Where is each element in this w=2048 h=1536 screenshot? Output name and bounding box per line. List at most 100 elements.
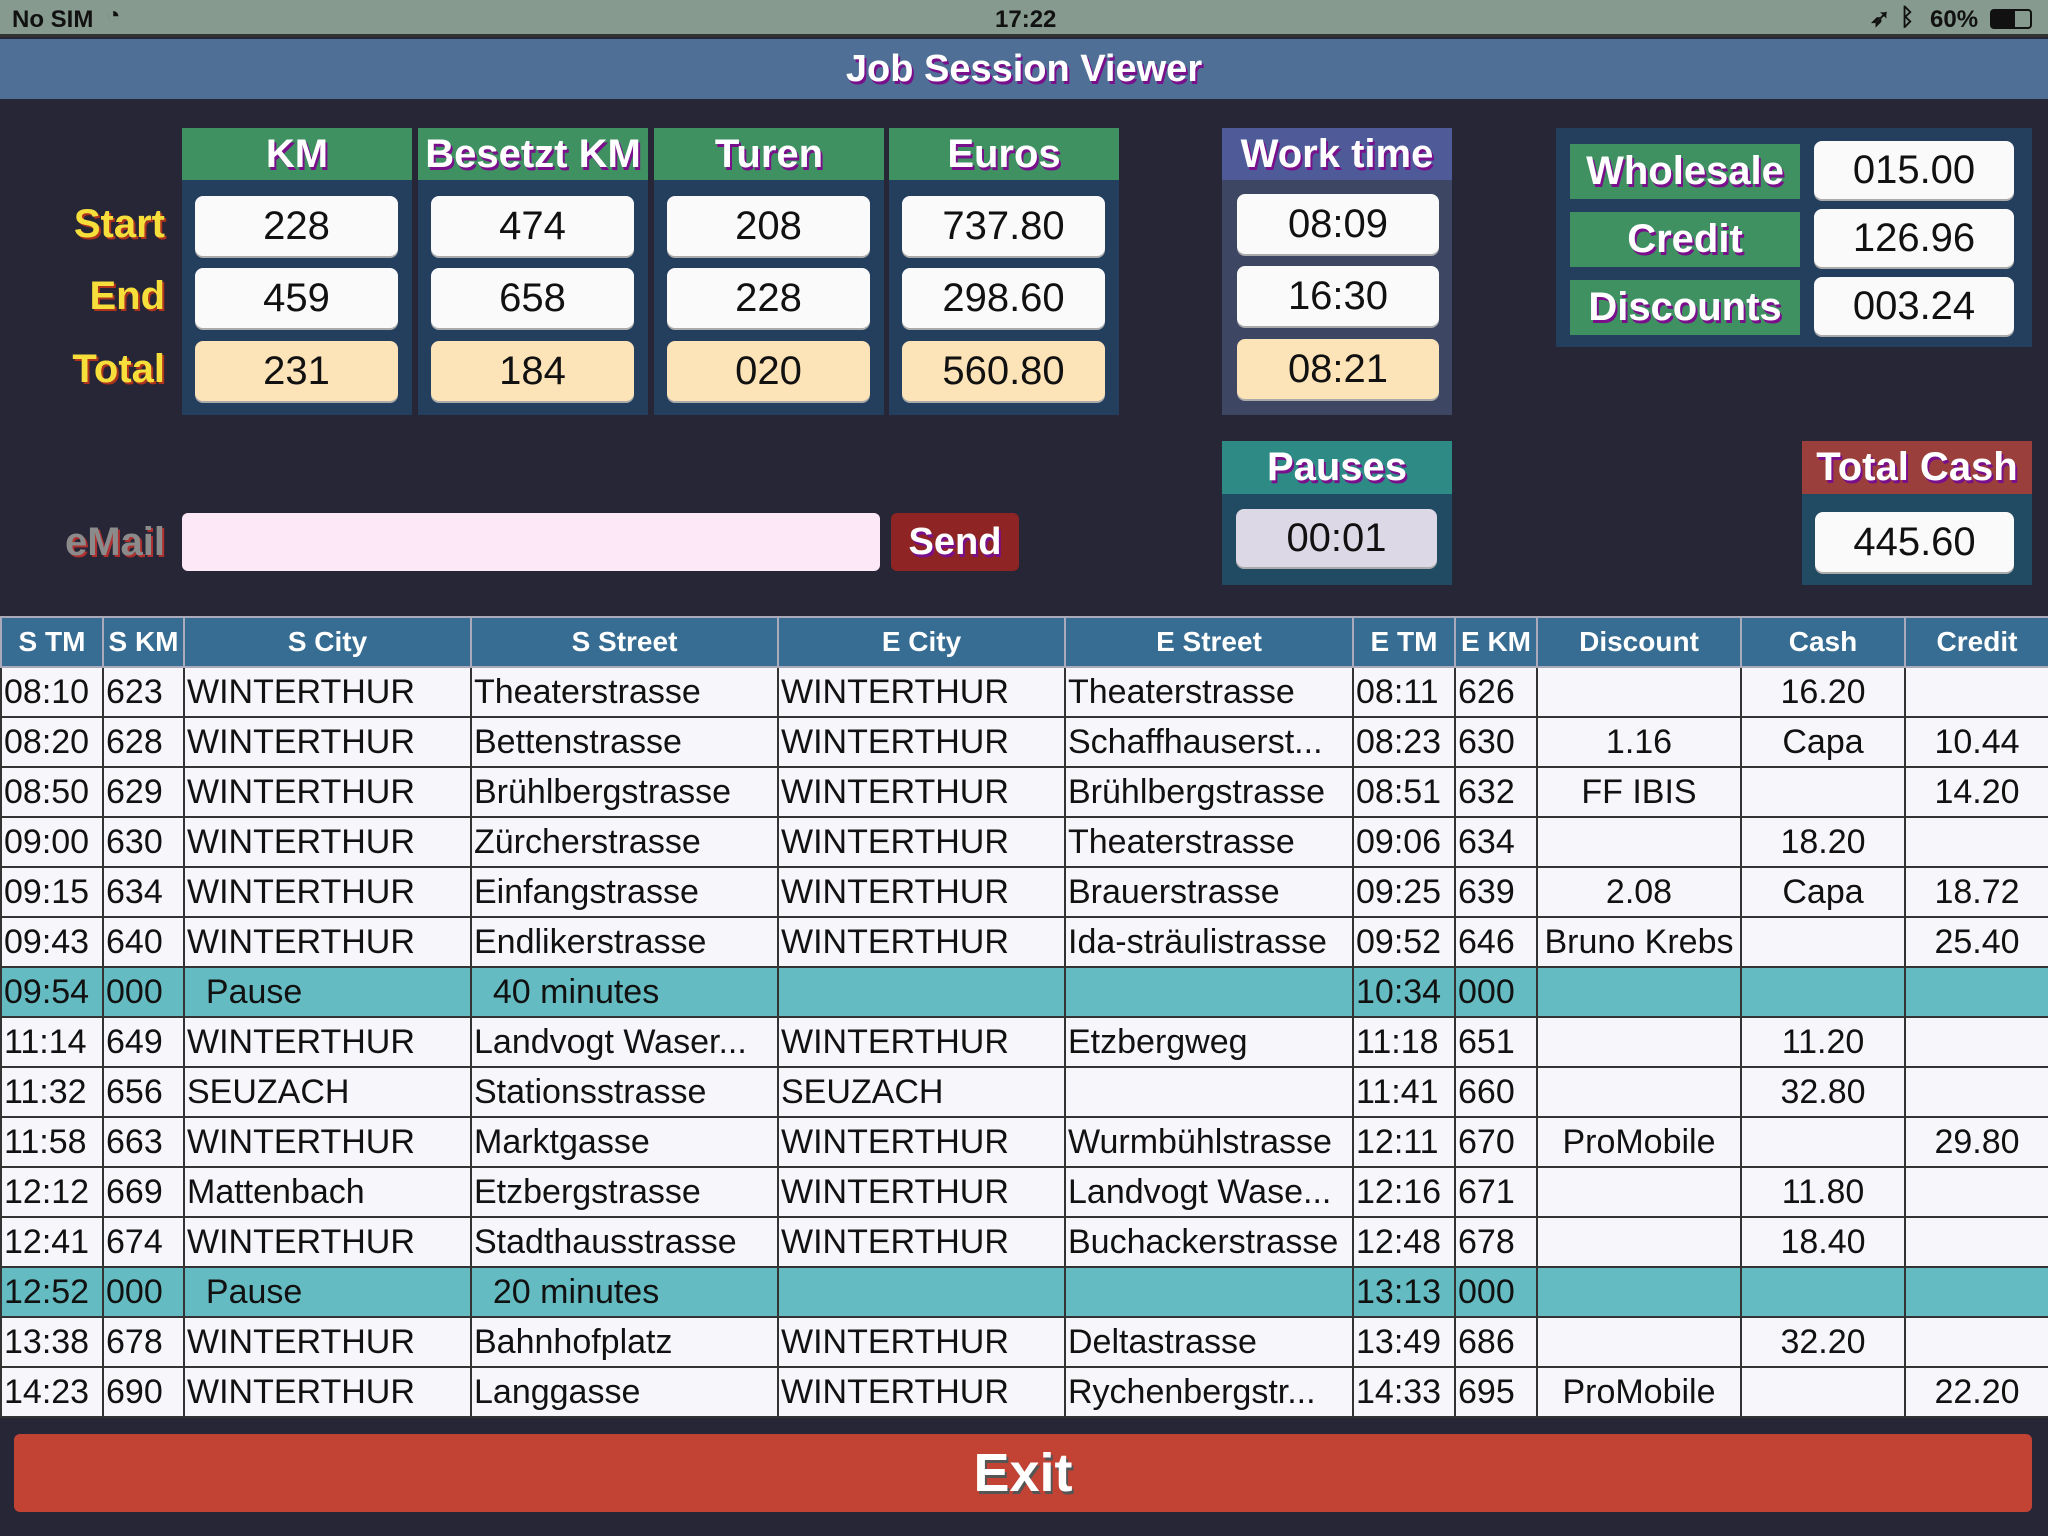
value-field[interactable]: 658 (431, 268, 634, 328)
cell-s-tm: 08:20 (0, 716, 104, 768)
value-field: 020 (667, 341, 870, 401)
trips-table: S TM S KM S City S Street E City E Street E TM… (0, 616, 2048, 1418)
cell-e-km: 686 (1454, 1316, 1538, 1368)
cell-e-km: 626 (1454, 666, 1538, 718)
value-field[interactable]: 228 (195, 196, 398, 256)
column-header-credit[interactable]: Credit (1904, 616, 2048, 668)
value-field[interactable]: 737.80 (902, 196, 1105, 256)
cell-s-tm: 11:58 (0, 1116, 104, 1168)
column-header-e-street[interactable]: E Street (1064, 616, 1354, 668)
cell-s-street: 20 minutes (470, 1266, 779, 1318)
bluetooth-icon: ᛒ (1900, 4, 1915, 31)
value-field: 231 (195, 341, 398, 401)
value-field[interactable]: 459 (195, 268, 398, 328)
cell-e-street (1064, 1266, 1354, 1318)
cell-e-city: WINTERTHUR (777, 916, 1066, 968)
cell-s-city: WINTERTHUR (183, 666, 472, 718)
rate-label-wholesale: Wholesale (1570, 144, 1800, 199)
cell-e-street: Brühlbergstrasse (1064, 766, 1354, 818)
cell-s-city: WINTERTHUR (183, 1016, 472, 1068)
cell-s-km: 630 (102, 816, 185, 868)
table-row[interactable]: 09:43 640 WINTERTHUR Endlikerstrasse WINTERT… (0, 916, 2048, 968)
clock: 17:22 (995, 6, 1057, 33)
column-header-discount[interactable]: Discount (1536, 616, 1742, 668)
column-header-e-city[interactable]: E City (777, 616, 1066, 668)
cell-discount (1536, 1266, 1742, 1318)
cell-discount: Bruno Krebs (1536, 916, 1742, 968)
column-header-e-km[interactable]: E KM (1454, 616, 1538, 668)
cell-s-street: Stadthausstrasse (470, 1216, 779, 1268)
cell-discount (1536, 1216, 1742, 1268)
column-header-cash[interactable]: Cash (1740, 616, 1906, 668)
table-row[interactable]: 11:32 656 SEUZACH Stationsstrasse SEUZACH 11:… (0, 1066, 2048, 1118)
work-time-value[interactable]: 16:30 (1237, 266, 1439, 326)
cell-s-street: Endlikerstrasse (470, 916, 779, 968)
cell-cash (1740, 1116, 1906, 1168)
total-cash-value: 445.60 (1815, 512, 2014, 572)
cell-s-km: 649 (102, 1016, 185, 1068)
cell-e-km: 660 (1454, 1066, 1538, 1118)
value-field[interactable]: 298.60 (902, 268, 1105, 328)
column-header-e-tm[interactable]: E TM (1352, 616, 1456, 668)
value-field[interactable]: 474 (431, 196, 634, 256)
cell-e-km: 000 (1454, 966, 1538, 1018)
table-row[interactable]: 12:41 674 WINTERTHUR Stadthausstrasse WINTER… (0, 1216, 2048, 1268)
cell-s-tm: 13:38 (0, 1316, 104, 1368)
cell-cash (1740, 966, 1906, 1018)
cell-s-km: 690 (102, 1366, 185, 1418)
table-row[interactable]: 11:14 649 WINTERTHUR Landvogt Waser... WINTE… (0, 1016, 2048, 1068)
wifi-icon: ◔ (106, 2, 121, 29)
cell-s-street: Etzbergstrasse (470, 1166, 779, 1218)
work-time-value[interactable]: 08:09 (1237, 194, 1439, 254)
cell-e-street: Theaterstrasse (1064, 666, 1354, 718)
cell-e-city: WINTERTHUR (777, 1316, 1066, 1368)
cell-e-tm: 11:41 (1352, 1066, 1456, 1118)
cell-s-tm: 08:50 (0, 766, 104, 818)
cell-s-km: 634 (102, 866, 185, 918)
cell-cash (1740, 1366, 1906, 1418)
column-header-s-city[interactable]: S City (183, 616, 472, 668)
email-input[interactable] (182, 513, 880, 571)
table-row[interactable]: 09:00 630 WINTERTHUR Zürcherstrasse WINTERTH… (0, 816, 2048, 868)
cell-e-tm: 08:51 (1352, 766, 1456, 818)
cell-s-street: 40 minutes (470, 966, 779, 1018)
value-field[interactable]: 208 (667, 196, 870, 256)
send-button[interactable]: Send (891, 513, 1019, 571)
table-row[interactable]: 12:12 669 Mattenbach Etzbergstrasse WINTERTH… (0, 1166, 2048, 1218)
value-field[interactable]: 228 (667, 268, 870, 328)
cell-e-tm: 10:34 (1352, 966, 1456, 1018)
cell-s-city: Pause (183, 966, 472, 1018)
table-row[interactable]: 09:15 634 WINTERTHUR Einfangstrasse WINTERTH… (0, 866, 2048, 918)
table-row[interactable]: 14:23 690 WINTERTHUR Langgasse WINTERTHUR Ryc… (0, 1366, 2048, 1418)
table-row[interactable]: 08:10 623 WINTERTHUR Theaterstrasse WINTERTH… (0, 666, 2048, 718)
column-header-s-km[interactable]: S KM (102, 616, 185, 668)
cell-e-tm: 08:23 (1352, 716, 1456, 768)
cell-e-city: WINTERTHUR (777, 1366, 1066, 1418)
cell-s-street: Brühlbergstrasse (470, 766, 779, 818)
cell-e-street: Schaffhauserst... (1064, 716, 1354, 768)
location-icon: ➶ (1870, 5, 1891, 32)
rate-value-credit[interactable]: 126.96 (1814, 209, 2014, 267)
cell-e-tm: 12:16 (1352, 1166, 1456, 1218)
table-row[interactable]: 09:54 000 Pause 40 minutes 10:34 000 (0, 966, 2048, 1018)
rate-value-wholesale[interactable]: 015.00 (1814, 141, 2014, 199)
cell-s-street: Bettenstrasse (470, 716, 779, 768)
rate-value-discounts[interactable]: 003.24 (1814, 277, 2014, 335)
cell-e-city: WINTERTHUR (777, 866, 1066, 918)
table-row[interactable]: 08:50 629 WINTERTHUR Brühlbergstrasse WINTER… (0, 766, 2048, 818)
email-label: eMail (64, 520, 165, 564)
column-header-s-tm[interactable]: S TM (0, 616, 104, 668)
cell-s-tm: 09:15 (0, 866, 104, 918)
cell-cash (1740, 1266, 1906, 1318)
table-header-row: S TM S KM S City S Street E City E Street E TM… (0, 616, 2048, 668)
cell-credit: 10.44 (1904, 716, 2048, 768)
table-row[interactable]: 13:38 678 WINTERTHUR Bahnhofplatz WINTERTHUR… (0, 1316, 2048, 1368)
table-row[interactable]: 11:58 663 WINTERTHUR Marktgasse WINTERTHUR Wu… (0, 1116, 2048, 1168)
cell-discount: ProMobile (1536, 1116, 1742, 1168)
table-row[interactable]: 12:52 000 Pause 20 minutes 13:13 000 (0, 1266, 2048, 1318)
cell-credit: 14.20 (1904, 766, 2048, 818)
exit-button[interactable]: Exit (14, 1434, 2032, 1512)
column-header-s-street[interactable]: S Street (470, 616, 779, 668)
cell-discount (1536, 666, 1742, 718)
table-row[interactable]: 08:20 628 WINTERTHUR Bettenstrasse WINTERTHU… (0, 716, 2048, 768)
